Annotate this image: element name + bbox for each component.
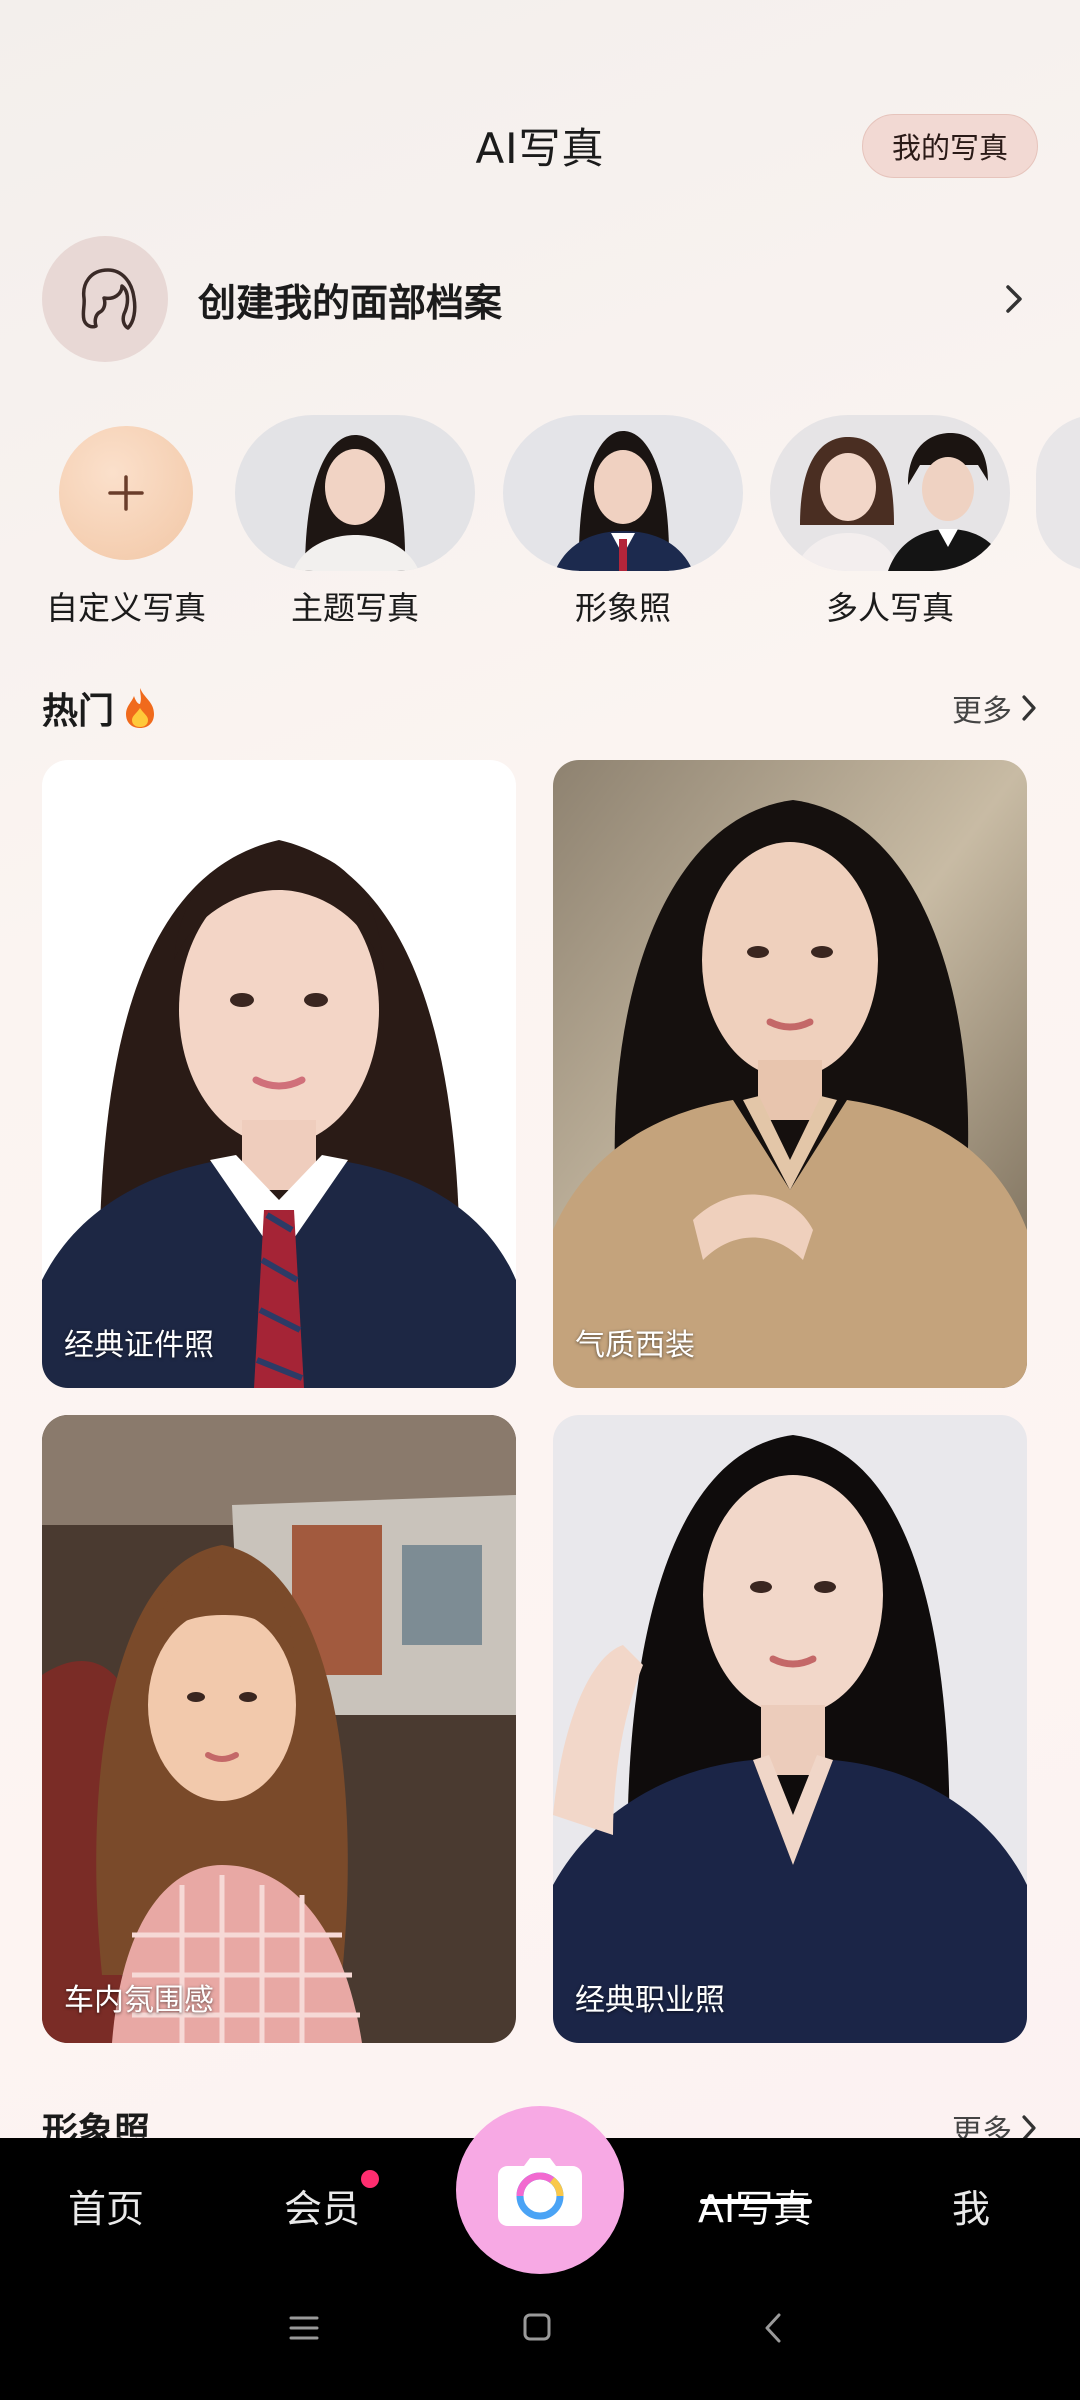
category-label: 主题写真: [290, 589, 419, 627]
category-more-partial[interactable]: [1036, 415, 1080, 571]
card-label: 车内氛围感: [64, 1983, 214, 2018]
category-multi-person-image: [770, 415, 1010, 571]
face-profile-icon-circle: [42, 236, 168, 362]
category-multi-person[interactable]: 多人写真: [770, 415, 1010, 629]
hot-section-header: 热门 更多: [42, 678, 1038, 738]
template-card-car[interactable]: 车内氛围感: [42, 1415, 516, 2043]
nav-ai-photo[interactable]: AI写真: [698, 2178, 811, 2233]
category-theme[interactable]: 主题写真: [235, 415, 475, 629]
category-custom-image: [36, 415, 216, 571]
system-menu-icon[interactable]: [288, 2314, 320, 2342]
category-image-photo[interactable]: 形象照: [503, 415, 743, 629]
category-image-photo-image: [503, 415, 743, 571]
category-custom[interactable]: 自定义写真: [36, 415, 216, 629]
nav-home[interactable]: 首页: [68, 2178, 144, 2233]
category-label: 形象照: [574, 589, 671, 627]
hot-section-title: 热门: [42, 691, 115, 732]
plus-icon: [59, 426, 193, 560]
nav-active-indicator: [700, 2199, 812, 2204]
nav-membership[interactable]: 会员: [284, 2178, 360, 2233]
category-label: 多人写真: [825, 589, 954, 627]
category-row: 自定义写真 主题写真 形象照 多人写真: [0, 415, 1080, 635]
system-home-icon[interactable]: [522, 2312, 552, 2342]
template-card-career[interactable]: 经典职业照: [553, 1415, 1027, 2043]
card-label: 经典证件照: [64, 1328, 214, 1363]
system-back-icon[interactable]: [762, 2312, 784, 2344]
card-photo: [42, 760, 516, 1388]
card-photo: [553, 760, 1027, 1388]
card-label: 经典职业照: [575, 1983, 725, 2018]
chevron-right-icon: [1022, 695, 1036, 721]
template-card-suit[interactable]: 气质西装: [553, 760, 1027, 1388]
camera-icon: [498, 2158, 582, 2226]
create-face-profile-row[interactable]: 创建我的面部档案: [42, 235, 1038, 363]
face-profile-label: 创建我的面部档案: [198, 280, 503, 325]
category-partial-image: [1036, 415, 1080, 571]
chevron-right-icon: [994, 279, 1034, 319]
my-photos-button[interactable]: 我的写真: [862, 114, 1038, 178]
membership-badge-dot: [361, 2170, 379, 2188]
camera-button[interactable]: [456, 2106, 624, 2274]
card-label: 气质西装: [575, 1328, 695, 1363]
hot-more-link[interactable]: 更多: [952, 686, 1038, 730]
category-theme-image: [235, 415, 475, 571]
category-label: 自定义写真: [45, 589, 206, 627]
face-outline-icon: [81, 268, 137, 330]
nav-me[interactable]: 我: [952, 2178, 990, 2233]
fire-icon: [126, 688, 155, 728]
template-card-id-photo[interactable]: 经典证件照: [42, 760, 516, 1388]
more-label: 更多: [952, 694, 1012, 729]
card-photo: [42, 1415, 516, 2043]
card-photo: [553, 1415, 1027, 2043]
